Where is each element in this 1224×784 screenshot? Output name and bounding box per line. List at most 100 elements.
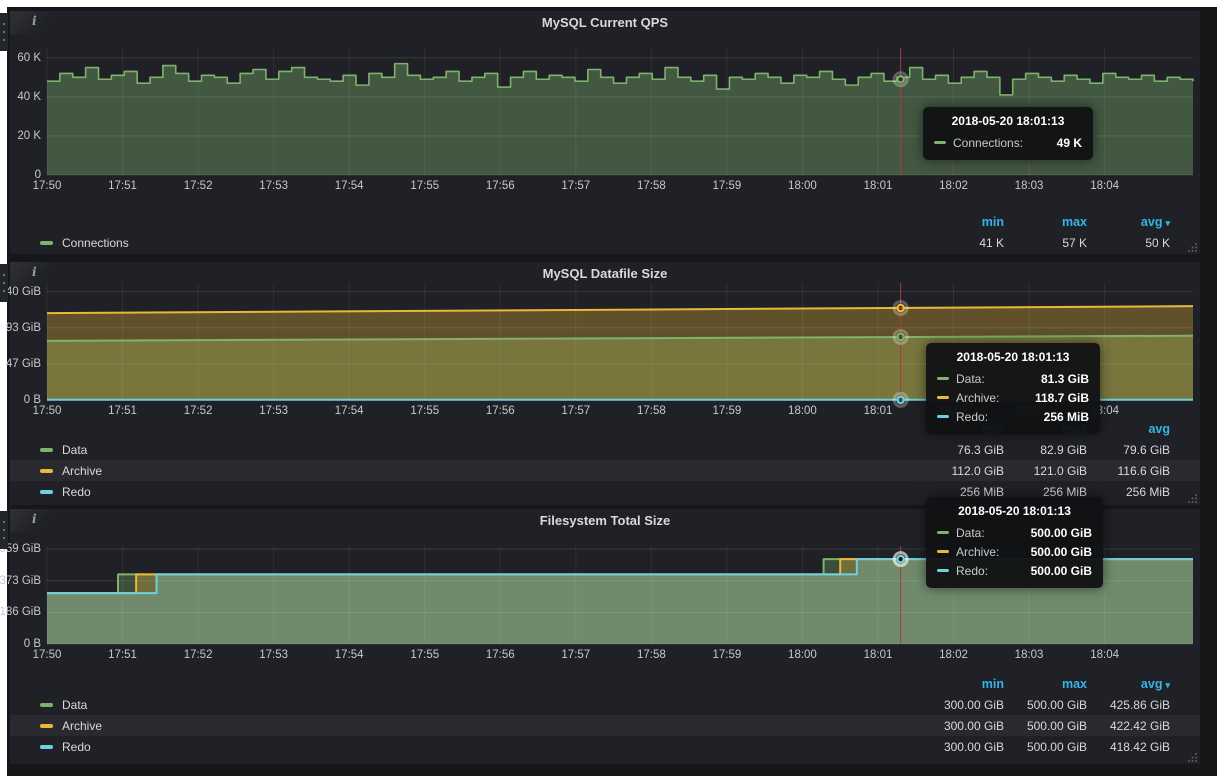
stat-value-avg: 422.42 GiB xyxy=(1087,719,1170,733)
legend-series-data[interactable]: Data xyxy=(40,443,921,457)
x-axis-label: 18:03 xyxy=(1007,179,1051,193)
tooltip-series-value: 118.7 GiB xyxy=(1035,391,1089,405)
x-axis-label: 18:01 xyxy=(856,179,900,193)
series-color-swatch-icon xyxy=(937,569,949,572)
x-axis-label: 17:53 xyxy=(252,179,296,193)
tooltip-row: Archive:500.00 GiB xyxy=(937,542,1092,561)
row-drag-handle[interactable] xyxy=(0,511,8,549)
panel-title[interactable]: MySQL Current QPS xyxy=(10,15,1200,30)
legend-row-data: Data76.3 GiB82.9 GiB79.6 GiB xyxy=(10,439,1200,460)
legend-series-redo[interactable]: Redo xyxy=(40,485,921,499)
x-axis-label: 18:01 xyxy=(856,404,900,418)
panel-title[interactable]: MySQL Datafile Size xyxy=(10,266,1200,281)
legend-series-redo[interactable]: Redo xyxy=(40,740,921,754)
tooltip-panel-3: 2018-05-20 18:01:13Data:500.00 GiBArchiv… xyxy=(926,497,1103,588)
tooltip-series-label: Redo: xyxy=(956,410,988,424)
crosshair-marker xyxy=(897,397,903,403)
stat-value-min: 300.00 GiB xyxy=(921,740,1004,754)
legend-series-archive[interactable]: Archive xyxy=(40,719,921,733)
tooltip-series-label: Archive: xyxy=(956,391,999,405)
tooltip-series-value: 81.3 GiB xyxy=(1041,372,1089,386)
x-axis-label: 17:57 xyxy=(554,648,598,662)
x-axis-label: 17:50 xyxy=(25,648,69,662)
x-axis-label: 17:52 xyxy=(176,179,220,193)
x-axis-label: 17:54 xyxy=(327,404,371,418)
series-label: Archive xyxy=(62,464,102,478)
x-axis-label: 17:56 xyxy=(478,179,522,193)
x-axis-label: 17:55 xyxy=(403,648,447,662)
legend-header-row: minmaxavg▾ xyxy=(10,211,1200,232)
tooltip-series-value: 256 MiB xyxy=(1044,410,1089,424)
stat-value-avg: 425.86 GiB xyxy=(1087,698,1170,712)
x-axis-label: 18:03 xyxy=(1007,648,1051,662)
x-axis-label: 18:04 xyxy=(1083,648,1127,662)
x-axis-label: 17:59 xyxy=(705,179,749,193)
stat-value-max: 500.00 GiB xyxy=(1004,719,1087,733)
x-axis-label: 17:50 xyxy=(25,404,69,418)
stat-value-max: 121.0 GiB xyxy=(1004,464,1087,478)
x-axis-label: 18:00 xyxy=(780,648,824,662)
legend-series-data[interactable]: Data xyxy=(40,698,921,712)
stat-value-max: 500.00 GiB xyxy=(1004,698,1087,712)
series-color-swatch-icon xyxy=(40,703,53,707)
stat-value-avg: 418.42 GiB xyxy=(1087,740,1170,754)
stat-header-avg[interactable]: avg▾ xyxy=(1087,677,1170,691)
crosshair-marker xyxy=(897,556,903,562)
x-axis-label: 17:58 xyxy=(629,179,673,193)
stat-value-min: 112.0 GiB xyxy=(921,464,1004,478)
y-axis-label: 373 GiB xyxy=(0,574,41,588)
series-color-swatch-icon xyxy=(937,550,949,553)
legend-row-archive: Archive300.00 GiB500.00 GiB422.42 GiB xyxy=(10,715,1200,736)
stat-header-min[interactable]: min xyxy=(921,215,1004,229)
tooltip-time: 2018-05-20 18:01:13 xyxy=(937,504,1092,518)
legend-series-connections[interactable]: Connections xyxy=(40,236,921,250)
series-label: Data xyxy=(62,443,87,457)
stat-value-min: 300.00 GiB xyxy=(921,698,1004,712)
tooltip-series-value: 49 K xyxy=(1057,136,1082,150)
stat-value-avg: 116.6 GiB xyxy=(1087,464,1170,478)
series-color-swatch-icon xyxy=(40,724,53,728)
stat-header-avg[interactable]: avg▾ xyxy=(1087,215,1170,229)
stat-header-max[interactable]: max xyxy=(1004,677,1087,691)
stat-value-min: 300.00 GiB xyxy=(921,719,1004,733)
stat-value-max: 500.00 GiB xyxy=(1004,740,1087,754)
x-axis-label: 17:55 xyxy=(403,404,447,418)
x-axis-label: 17:51 xyxy=(101,404,145,418)
legend-series-archive[interactable]: Archive xyxy=(40,464,921,478)
tooltip-row: Data:500.00 GiB xyxy=(937,523,1092,542)
sort-caret-icon: ▾ xyxy=(1165,218,1170,228)
stat-header-min[interactable]: min xyxy=(921,677,1004,691)
series-color-swatch-icon xyxy=(937,377,949,380)
y-axis-label: 40 K xyxy=(0,90,41,104)
stat-value-min: 41 K xyxy=(921,236,1004,250)
legend-row-data: Data300.00 GiB500.00 GiB425.86 GiB xyxy=(10,694,1200,715)
tooltip-series-label: Archive: xyxy=(956,545,999,559)
series-color-swatch-icon xyxy=(934,141,946,144)
tooltip-series-label: Data: xyxy=(956,372,985,386)
row-drag-handle[interactable] xyxy=(0,13,8,51)
x-axis-label: 18:02 xyxy=(932,179,976,193)
stat-value-max: 82.9 GiB xyxy=(1004,443,1087,457)
panel-resize-handle[interactable] xyxy=(1186,240,1198,252)
series-color-swatch-icon xyxy=(937,415,949,418)
series-label: Connections xyxy=(62,236,129,250)
panel-resize-handle[interactable] xyxy=(1186,750,1198,762)
tooltip-series-label: Connections: xyxy=(953,136,1023,150)
stat-header-max[interactable]: max xyxy=(1004,215,1087,229)
row-drag-handle[interactable] xyxy=(0,264,8,302)
panel-resize-handle[interactable] xyxy=(1186,491,1198,503)
x-axis-label: 17:52 xyxy=(176,648,220,662)
tooltip-row: Redo:500.00 GiB xyxy=(937,561,1092,580)
y-axis-label: 93 GiB xyxy=(0,321,41,335)
x-axis-label: 17:52 xyxy=(176,404,220,418)
tooltip-series-value: 500.00 GiB xyxy=(1031,564,1092,578)
x-axis-label: 17:58 xyxy=(629,648,673,662)
x-axis-label: 17:53 xyxy=(252,404,296,418)
legend-table: minmaxavg▾Connections41 K57 K50 K xyxy=(10,211,1200,253)
y-axis-label: 47 GiB xyxy=(0,357,41,371)
dashboard: i MySQL Current QPS 020 K40 K60 K17:5017… xyxy=(7,7,1217,776)
series-color-swatch-icon xyxy=(40,745,53,749)
x-axis-label: 17:54 xyxy=(327,648,371,662)
y-axis-label: 186 GiB xyxy=(0,605,41,619)
x-axis-label: 17:58 xyxy=(629,404,673,418)
